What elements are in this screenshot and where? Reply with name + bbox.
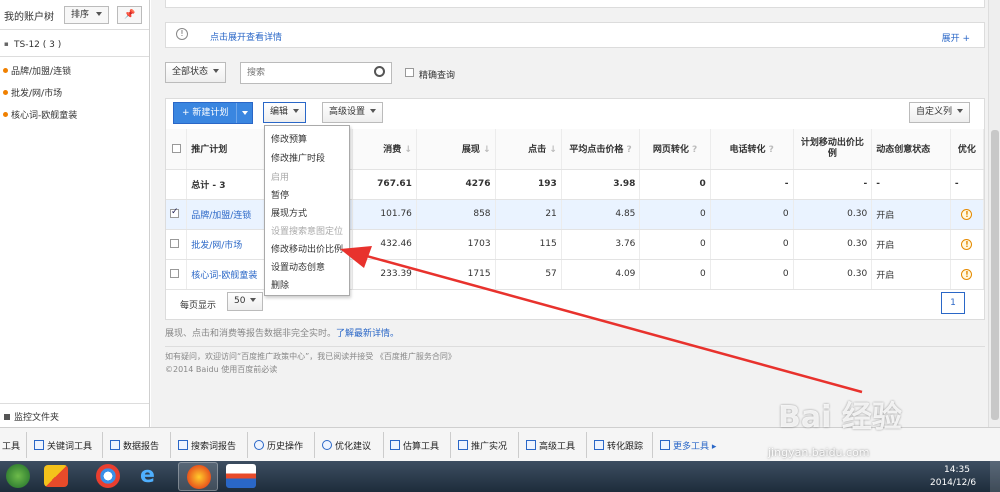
watermark: Bai 经验 — [778, 400, 902, 435]
watermark-url: jingyan.baidu.com — [768, 446, 870, 459]
arrow-shaft — [351, 250, 863, 394]
arrow-head — [340, 246, 372, 268]
